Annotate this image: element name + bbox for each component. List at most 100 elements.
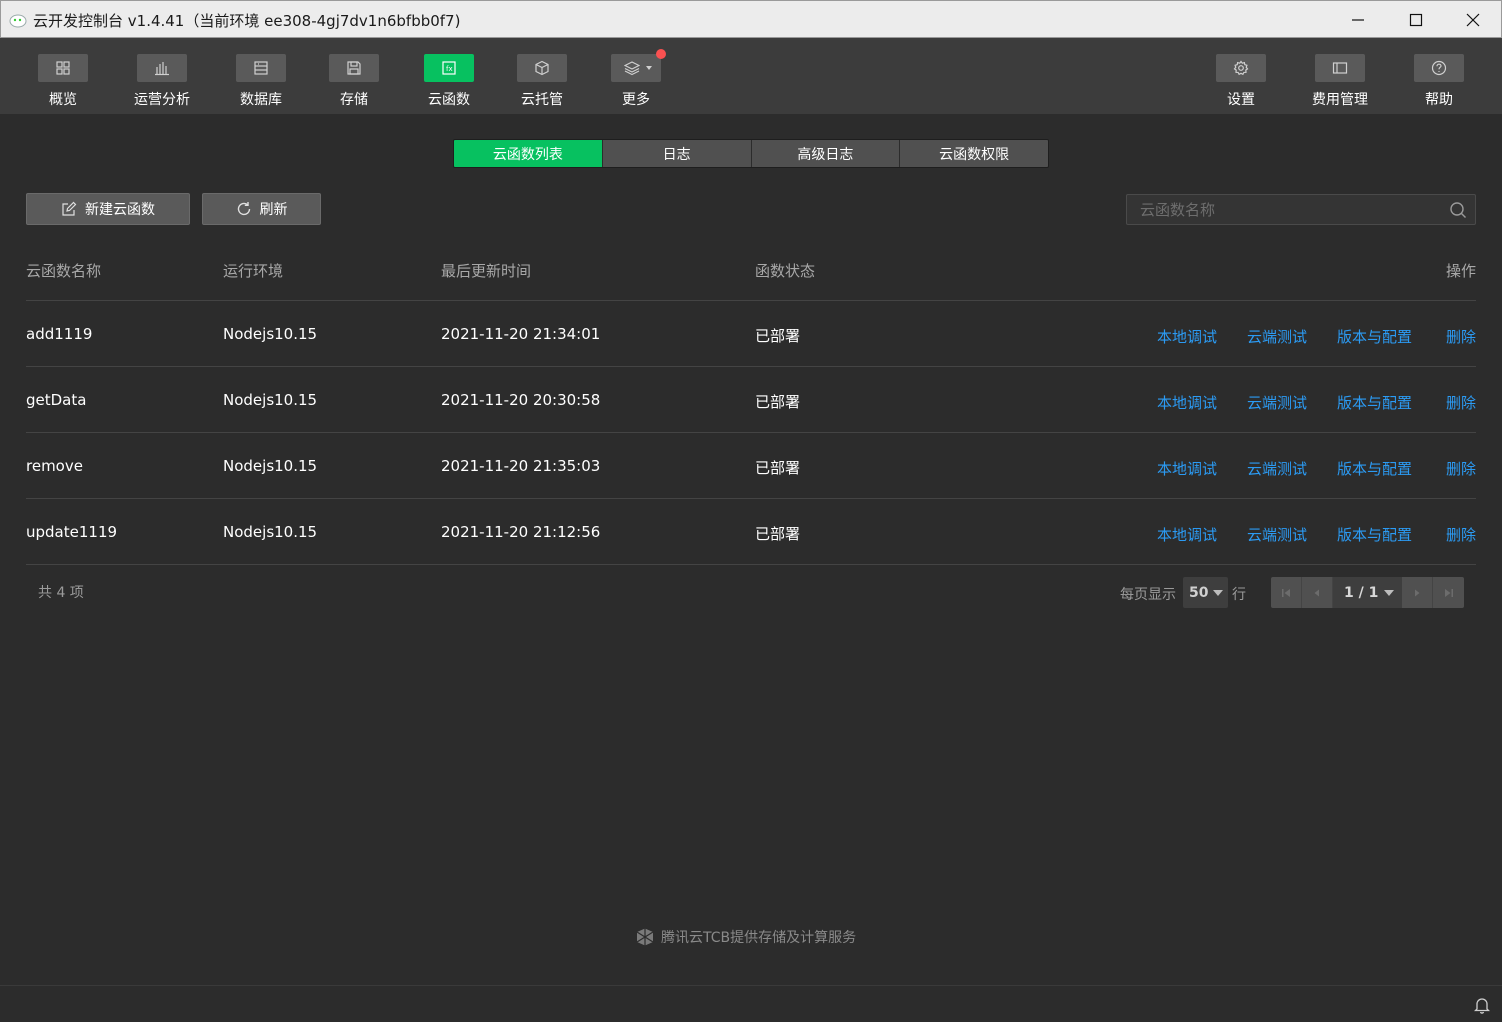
version-config-link[interactable]: 版本与配置	[1337, 524, 1412, 545]
delete-link[interactable]: 删除	[1446, 524, 1476, 545]
function-status: 已部署	[755, 327, 801, 345]
gear-icon	[1233, 60, 1249, 76]
toolbar-item-label: 概览	[49, 92, 77, 108]
toolbar-item-cloud-hosting[interactable]: 云托管	[497, 54, 587, 110]
per-page-value: 50	[1189, 584, 1209, 601]
delete-link[interactable]: 删除	[1446, 458, 1476, 479]
next-page-icon	[1415, 589, 1420, 596]
header-name: 云函数名称	[26, 262, 102, 280]
tab-function-permissions[interactable]: 云函数权限	[900, 140, 1048, 167]
bell-icon[interactable]	[1474, 996, 1490, 1014]
svg-text:fx: fx	[446, 65, 453, 73]
header-updated: 最后更新时间	[441, 262, 532, 280]
cloud-test-link[interactable]: 云端测试	[1247, 326, 1307, 347]
cloud-test-link[interactable]: 云端测试	[1247, 524, 1307, 545]
table-row: getData Nodejs10.15 2021-11-20 20:30:58 …	[26, 367, 1476, 433]
tab-advanced-logs[interactable]: 高级日志	[751, 140, 901, 167]
app-logo-icon	[9, 14, 27, 28]
local-debug-link[interactable]: 本地调试	[1157, 458, 1217, 479]
search-icon[interactable]	[1449, 201, 1467, 219]
first-page-icon	[1282, 588, 1290, 597]
toolbar-item-label: 云托管	[521, 92, 563, 108]
title-bar: 云开发控制台 v1.4.41（当前环境 ee308-4gj7dv1n6bfbb0…	[0, 0, 1502, 38]
function-runtime: Nodejs10.15	[223, 457, 318, 475]
close-button[interactable]	[1444, 1, 1502, 39]
toolbar-item-settings[interactable]: 设置	[1196, 54, 1286, 110]
toolbar-item-database[interactable]: 数据库	[216, 54, 306, 110]
toolbar-item-analytics[interactable]: 运营分析	[117, 54, 207, 110]
new-function-button[interactable]: 新建云函数	[26, 193, 190, 225]
status-bar	[0, 985, 1502, 1022]
minimize-icon	[1352, 19, 1364, 21]
save-icon	[347, 61, 361, 75]
toolbar-item-help[interactable]: 帮助	[1394, 54, 1484, 110]
toolbar-item-label: 数据库	[240, 92, 282, 108]
toolbar-item-label: 更多	[622, 92, 650, 108]
cloud-test-link[interactable]: 云端测试	[1247, 458, 1307, 479]
delete-link[interactable]: 删除	[1446, 392, 1476, 413]
page-indicator: 1 / 1	[1344, 584, 1379, 601]
refresh-button[interactable]: 刷新	[202, 193, 321, 225]
per-page-select[interactable]: 50	[1183, 577, 1228, 608]
cloud-test-link[interactable]: 云端测试	[1247, 392, 1307, 413]
main-toolbar: 概览 运营分析 数据库 存储 fx 云函数 云托管 更多 设置 费用管理 帮助	[0, 38, 1502, 114]
database-icon	[254, 61, 268, 75]
minimize-button[interactable]	[1329, 1, 1387, 39]
service-credit: 腾讯云TCB提供存储及计算服务	[635, 927, 856, 947]
toolbar-item-cloud-function[interactable]: fx 云函数	[404, 54, 494, 110]
page-select[interactable]: 1 / 1	[1333, 577, 1402, 608]
next-page-button[interactable]	[1402, 577, 1433, 608]
refresh-label: 刷新	[259, 202, 288, 218]
header-status: 函数状态	[755, 262, 816, 280]
last-page-button[interactable]	[1433, 577, 1464, 608]
tab-logs[interactable]: 日志	[602, 140, 752, 167]
window-title: 云开发控制台 v1.4.41（当前环境 ee308-4gj7dv1n6bfbb0…	[33, 12, 461, 30]
tab-function-list[interactable]: 云函数列表	[454, 140, 603, 167]
maximize-button[interactable]	[1387, 1, 1445, 39]
maximize-icon	[1409, 13, 1423, 27]
refresh-icon	[237, 202, 250, 216]
chevron-down-icon	[1213, 590, 1223, 596]
toolbar-item-label: 帮助	[1425, 92, 1453, 108]
function-runtime: Nodejs10.15	[223, 523, 318, 541]
function-search	[1126, 194, 1476, 225]
toolbar-item-more[interactable]: 更多	[591, 49, 681, 110]
function-name: getData	[26, 391, 87, 409]
function-status: 已部署	[755, 525, 801, 543]
new-function-label: 新建云函数	[85, 202, 155, 218]
notification-badge	[656, 49, 666, 59]
toolbar-item-overview[interactable]: 概览	[18, 54, 108, 110]
toolbar-item-label: 云函数	[428, 92, 470, 108]
toolbar-item-label: 设置	[1227, 92, 1255, 108]
function-name: add1119	[26, 325, 93, 343]
function-updated: 2021-11-20 21:12:56	[441, 523, 601, 541]
version-config-link[interactable]: 版本与配置	[1337, 392, 1412, 413]
first-page-button[interactable]	[1271, 577, 1302, 608]
local-debug-link[interactable]: 本地调试	[1157, 524, 1217, 545]
edit-icon	[62, 201, 77, 216]
total-count: 共 4 项	[38, 585, 84, 601]
delete-link[interactable]: 删除	[1446, 326, 1476, 347]
version-config-link[interactable]: 版本与配置	[1337, 458, 1412, 479]
row-unit-label: 行	[1232, 587, 1246, 603]
toolbar-item-label: 运营分析	[134, 92, 190, 108]
local-debug-link[interactable]: 本地调试	[1157, 392, 1217, 413]
prev-page-icon	[1314, 589, 1319, 596]
prev-page-button[interactable]	[1302, 577, 1333, 608]
toolbar-item-storage[interactable]: 存储	[309, 54, 399, 110]
layers-icon	[624, 61, 640, 76]
per-page-label: 每页显示	[1120, 587, 1176, 603]
function-status: 已部署	[755, 393, 801, 411]
tencent-cloud-logo-icon	[636, 928, 654, 946]
close-icon	[1466, 13, 1480, 27]
function-runtime: Nodejs10.15	[223, 325, 318, 343]
toolbar-item-billing[interactable]: 费用管理	[1295, 54, 1385, 110]
local-debug-link[interactable]: 本地调试	[1157, 326, 1217, 347]
version-config-link[interactable]: 版本与配置	[1337, 326, 1412, 347]
billing-icon	[1332, 62, 1348, 74]
help-icon	[1431, 60, 1447, 76]
search-input[interactable]	[1127, 195, 1437, 224]
function-icon: fx	[442, 61, 456, 75]
function-status: 已部署	[755, 459, 801, 477]
table-header: 云函数名称 运行环境 最后更新时间 函数状态 操作	[26, 255, 1476, 301]
